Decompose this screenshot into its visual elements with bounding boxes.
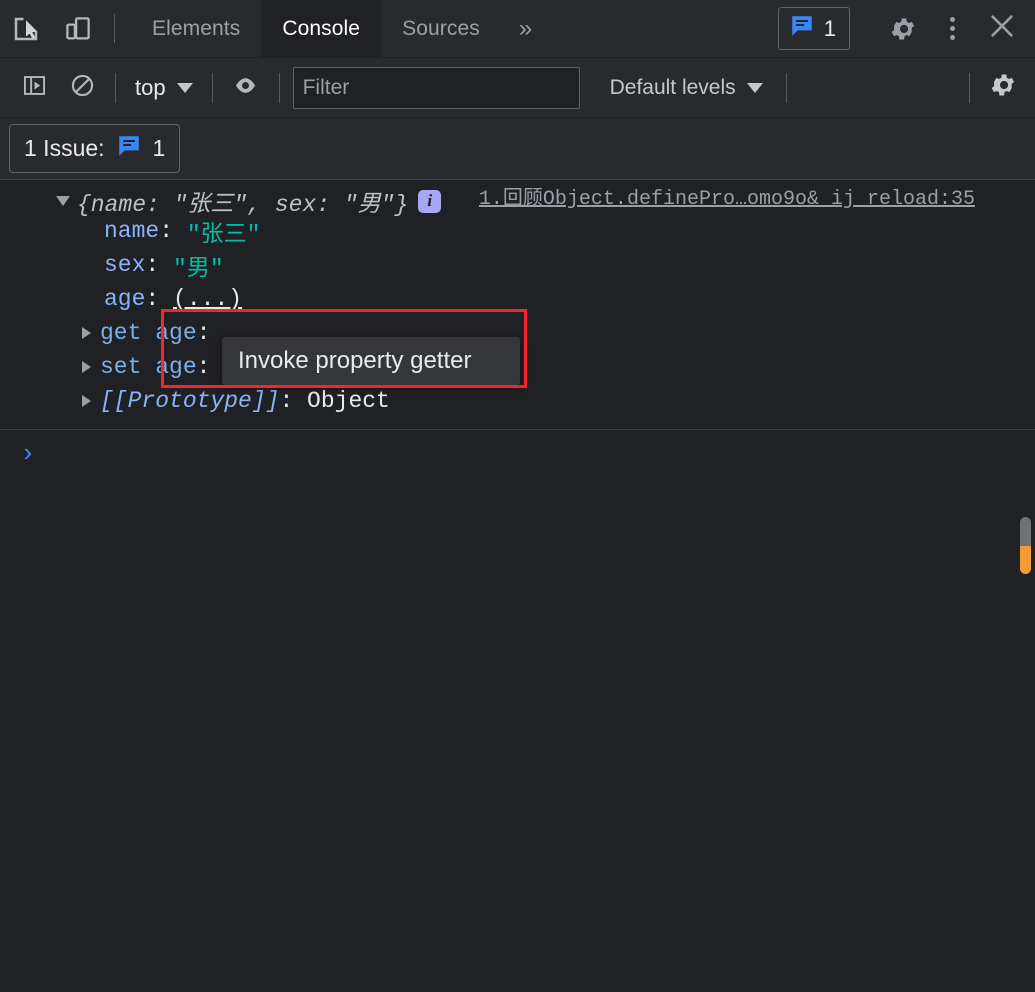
live-expression-button[interactable] [222, 66, 270, 110]
no-entry-clear-icon [69, 72, 96, 104]
accessor-key: age [155, 354, 197, 380]
toolbar-divider-1 [115, 72, 116, 103]
toolbar-divider-3 [278, 72, 280, 103]
filter-input[interactable] [292, 66, 580, 109]
invoke-property-getter-tooltip: Invoke property getter [222, 337, 520, 385]
console-scrollbar-thumb[interactable] [1020, 517, 1031, 574]
property-separator: : [145, 252, 174, 278]
console-sidebar-toggle-button[interactable] [10, 66, 58, 110]
issues-message-icon [789, 13, 815, 44]
chevron-down-icon [746, 82, 763, 93]
console-prompt[interactable]: › [0, 430, 1035, 470]
gear-icon [889, 15, 917, 43]
devtools-window: Elements Console Sources » 1 top Filter … [0, 0, 1035, 992]
object-property-row[interactable]: name : "张三" [0, 214, 1035, 248]
tab-console-label: Console [282, 16, 361, 40]
tab-sources-label: Sources [402, 16, 480, 40]
property-key: sex [104, 252, 146, 278]
object-preview-text: {name: "张三", sex: "男"} [77, 192, 409, 218]
info-icon[interactable]: i [418, 189, 442, 213]
toolbar-divider-4 [785, 72, 787, 103]
prototype-key: [[Prototype]] [100, 388, 280, 414]
tab-elements[interactable]: Elements [131, 0, 261, 57]
prototype-separator: : [279, 388, 308, 414]
chevron-double-right-icon: » [518, 14, 533, 42]
accessor-separator: : [196, 354, 225, 380]
issues-message-icon [116, 133, 142, 164]
console-sidebar-icon [21, 72, 48, 104]
toolbar-divider-2 [211, 72, 213, 103]
console-message: 1.回顾Object.definePro…omo9o&_ij_reload:35… [0, 180, 1035, 430]
inspect-cursor-icon-button[interactable] [0, 0, 52, 57]
tabbar-divider-1 [114, 14, 115, 43]
kebab-menu-icon-dot-3 [949, 35, 955, 40]
chevron-right-icon[interactable] [82, 361, 91, 373]
console-output: 1.回顾Object.definePro…omo9o&_ij_reload:35… [0, 180, 1035, 986]
scrollbar-issue-marker [1020, 546, 1031, 574]
prototype-value: Object [307, 388, 390, 414]
close-devtools-button[interactable] [975, 5, 1029, 53]
kebab-menu-icon-dot-2 [949, 26, 955, 31]
panel-tabs: Elements Console Sources » [131, 0, 550, 57]
issues-banner: 1 Issue: 1 [0, 118, 1035, 180]
devtools-tabbar: Elements Console Sources » 1 [0, 0, 1035, 58]
console-toolbar: top Default levels [0, 58, 1035, 118]
tabbar-right-actions: 1 [777, 0, 1035, 57]
kebab-menu-icon-dot-1 [949, 17, 955, 22]
property-value: "男" [173, 256, 224, 282]
property-separator: : [159, 218, 187, 244]
chevron-right-icon: › [20, 439, 36, 469]
tab-sources[interactable]: Sources [381, 0, 501, 57]
more-options-button[interactable] [929, 5, 975, 53]
object-property-row[interactable]: sex : "男" [0, 248, 1035, 282]
console-settings-button[interactable] [979, 66, 1027, 110]
accessor-prefix: get [100, 320, 156, 346]
chevron-right-icon[interactable] [82, 395, 91, 407]
tab-console[interactable]: Console [261, 0, 382, 57]
property-key: name [104, 218, 160, 244]
log-levels-label: Default levels [609, 75, 736, 99]
toolbar-divider-5 [969, 72, 970, 103]
gear-icon [989, 71, 1017, 104]
device-toolbar-icon-button[interactable] [52, 0, 104, 57]
accessor-prefix: set [100, 354, 156, 380]
more-tabs-button[interactable]: » [501, 0, 550, 57]
close-icon [987, 11, 1017, 46]
chevron-right-icon[interactable] [82, 327, 91, 339]
accessor-separator: : [196, 320, 225, 346]
clear-console-button[interactable] [58, 66, 106, 110]
tab-elements-label: Elements [152, 16, 241, 40]
chevron-down-icon [176, 82, 193, 93]
property-separator: : [145, 286, 174, 312]
console-source-link[interactable]: 1.回顾Object.definePro…omo9o&_ij_reload:35 [479, 181, 975, 211]
device-toolbar-icon [63, 14, 93, 44]
live-expression-eye-icon [232, 72, 259, 104]
log-levels-selector[interactable]: Default levels [596, 76, 777, 100]
property-key: age [104, 286, 146, 312]
accessor-key: age [155, 320, 197, 346]
inspect-cursor-icon [11, 14, 41, 44]
property-value: "张三" [186, 222, 261, 248]
issues-badge-button[interactable]: 1 [777, 7, 850, 50]
chevron-down-icon[interactable] [56, 196, 70, 206]
execution-context-selector[interactable]: top [125, 75, 203, 101]
settings-button[interactable] [877, 15, 929, 43]
object-prototype-row[interactable]: [[Prototype]] : Object [0, 384, 1035, 418]
invoke-property-getter-button[interactable]: (...) [173, 286, 242, 312]
issues-banner-count: 1 [152, 135, 166, 161]
issues-badge-count: 1 [823, 15, 836, 41]
issues-banner-chip[interactable]: 1 Issue: 1 [9, 124, 181, 173]
tooltip-text: Invoke property getter [238, 347, 472, 374]
object-getter-row[interactable]: age : (...) [0, 282, 1035, 316]
issues-banner-label: 1 Issue: [24, 135, 105, 161]
execution-context-label: top [135, 74, 166, 100]
